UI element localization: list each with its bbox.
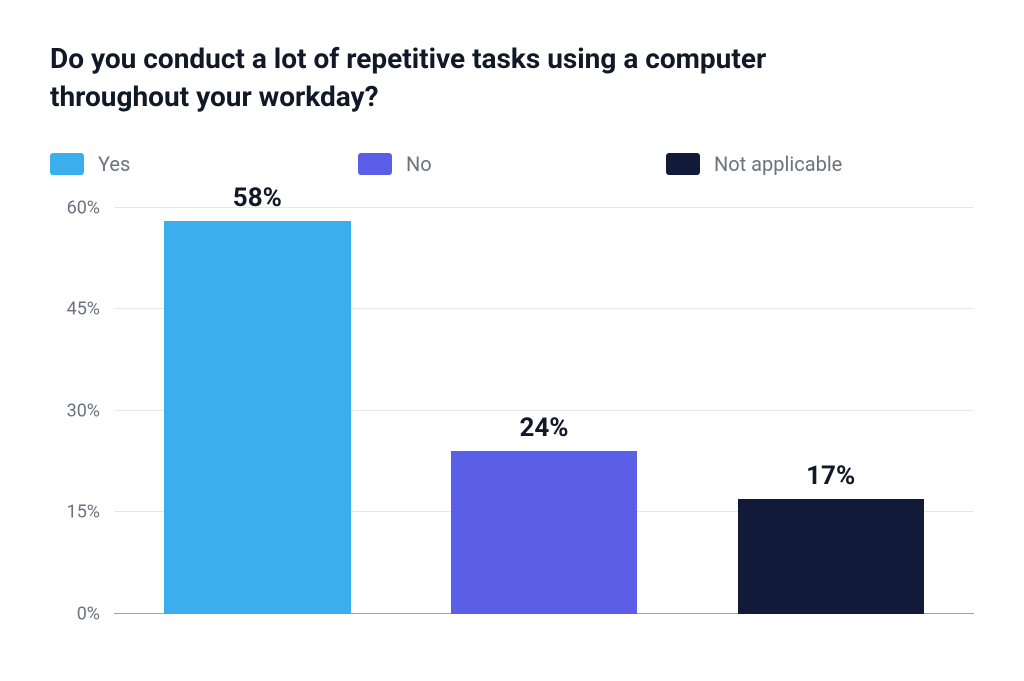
legend-label: Not applicable <box>714 152 842 176</box>
legend-label: Yes <box>98 152 130 176</box>
y-tick: 30% <box>56 400 100 421</box>
bar-slot-na: 17% <box>687 208 974 614</box>
bars-container: 58% 24% 17% <box>114 208 974 614</box>
legend-swatch <box>358 153 392 175</box>
legend: Yes No Not applicable <box>50 152 974 176</box>
bar-value-label: 58% <box>114 183 401 213</box>
bar-rect <box>738 499 924 614</box>
bar-rect <box>451 451 637 613</box>
y-tick: 45% <box>56 299 100 320</box>
y-tick: 15% <box>56 502 100 523</box>
y-tick: 60% <box>56 197 100 218</box>
legend-item-na: Not applicable <box>666 152 974 176</box>
bar-value-label: 17% <box>687 461 974 491</box>
bar-slot-yes: 58% <box>114 208 401 614</box>
legend-swatch <box>50 153 84 175</box>
bar-value-label: 24% <box>401 413 688 443</box>
plot-area: 60% 45% 30% 15% 0% 58% 24% 17% <box>56 208 974 648</box>
y-axis: 60% 45% 30% 15% 0% <box>56 208 108 614</box>
chart-title: Do you conduct a lot of repetitive tasks… <box>50 40 870 116</box>
bar-slot-no: 24% <box>401 208 688 614</box>
legend-label: No <box>406 152 432 176</box>
bar-rect <box>164 221 350 613</box>
legend-swatch <box>666 153 700 175</box>
legend-item-no: No <box>358 152 666 176</box>
legend-item-yes: Yes <box>50 152 358 176</box>
y-tick: 0% <box>56 603 100 624</box>
